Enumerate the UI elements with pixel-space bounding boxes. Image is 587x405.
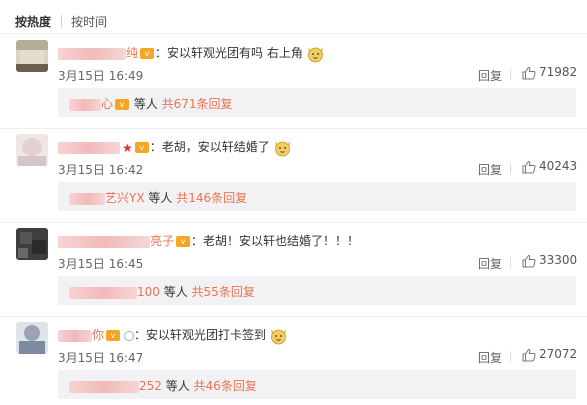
comment-date: 3月15日 16:42 [58,163,144,177]
username[interactable]: 你 [92,328,104,342]
comment-line: 你 v ：安以轩观光团打卡签到 [58,326,288,345]
like-count: 71982 [539,65,578,79]
dog-emoji-icon [273,138,292,157]
thumbs-up-icon [522,66,536,79]
thumbs-up-icon [522,160,536,173]
action-divider [510,69,511,80]
comment-line: 纯 v ：安以轩观光团有吗 右上角 [58,44,325,63]
comment-line: 亮子 v ：老胡！安以轩也结婚了！！！ [58,232,359,250]
reply-others-label: 等人 [144,191,177,205]
reply-username-blurred[interactable] [69,98,101,111]
header-divider [0,33,587,34]
reply-others-label: 等人 [161,379,194,393]
reply-username-blurred[interactable] [69,286,137,299]
reply-button[interactable]: 回复 [478,349,502,366]
avatar[interactable] [16,322,48,354]
sort-tabs: 按热度 按时间 [0,0,587,34]
like-count: 27072 [539,347,578,361]
comment-divider [0,316,587,317]
action-divider [510,257,511,268]
reply-button[interactable]: 回复 [478,161,502,178]
reply-username-blurred[interactable] [69,192,105,205]
comment-divider [0,128,587,129]
thumbs-up-icon [522,254,536,267]
comment-text: ：老胡，安以轩结婚了 [149,140,270,154]
username-blurred[interactable] [58,141,120,154]
username-blurred[interactable] [58,329,92,342]
reply-username[interactable]: 艺兴YX [105,191,145,205]
vip-badge-icon: v [134,142,149,153]
reply-count-link[interactable]: 共671条回复 [162,97,233,111]
reply-username[interactable]: 252 [139,379,162,393]
ring-badge-icon [124,330,135,341]
tab-divider [61,15,62,27]
avatar[interactable] [16,40,48,72]
like-button[interactable]: 40243 [522,159,577,174]
vip-badge-icon: v [140,48,155,59]
reply-summary[interactable]: 心v 等人 共671条回复 [58,88,576,117]
vip-badge-icon: v [106,330,121,341]
comment-line: ★ v ：老胡，安以轩结婚了 [58,138,292,157]
username-blurred[interactable] [58,235,150,248]
vip-badge-icon: v [176,236,191,247]
username[interactable]: 纯 [126,46,138,60]
dog-emoji-icon [306,44,325,63]
comment-text: ：老胡！安以轩也结婚了！！！ [191,234,360,248]
action-divider [510,351,511,362]
reply-others-label: 等人 [159,285,192,299]
tab-sort-by-time[interactable]: 按时间 [71,13,107,30]
comment-date: 3月15日 16:47 [58,351,144,365]
reply-button[interactable]: 回复 [478,255,502,272]
reply-summary[interactable]: 100 等人 共55条回复 [58,276,576,305]
tab-sort-by-hot[interactable]: 按热度 [15,13,51,30]
like-count: 33300 [539,253,578,267]
comment-date: 3月15日 16:49 [58,69,144,83]
reply-username[interactable]: 100 [137,285,160,299]
username[interactable]: 亮子 [150,234,174,248]
comment-text: ：安以轩观光团有吗 右上角 [155,46,303,60]
thumbs-up-icon [522,348,536,361]
vip-badge-icon: v [115,99,130,110]
reply-count-link[interactable]: 共146条回复 [176,191,247,205]
like-count: 40243 [539,159,578,173]
reply-others-label: 等人 [130,97,162,111]
reply-count-link[interactable]: 共55条回复 [192,285,255,299]
like-button[interactable]: 33300 [522,253,577,268]
reply-button[interactable]: 回复 [478,67,502,84]
star-badge-icon: ★ [122,140,133,155]
reply-summary[interactable]: 艺兴YX 等人 共146条回复 [58,182,576,211]
like-button[interactable]: 27072 [522,347,577,362]
comment-date: 3月15日 16:45 [58,257,144,271]
comment-text: ：安以轩观光团打卡签到 [134,328,267,342]
reply-username-blurred[interactable] [69,380,139,393]
avatar[interactable] [16,228,48,260]
dog-emoji-icon [269,326,288,345]
like-button[interactable]: 71982 [522,65,577,80]
reply-username[interactable]: 心 [101,97,113,111]
username-blurred[interactable] [58,47,126,60]
reply-summary[interactable]: 252 等人 共46条回复 [58,370,576,399]
comment-divider [0,222,587,223]
avatar[interactable] [16,134,48,166]
action-divider [510,163,511,174]
reply-count-link[interactable]: 共46条回复 [194,379,257,393]
